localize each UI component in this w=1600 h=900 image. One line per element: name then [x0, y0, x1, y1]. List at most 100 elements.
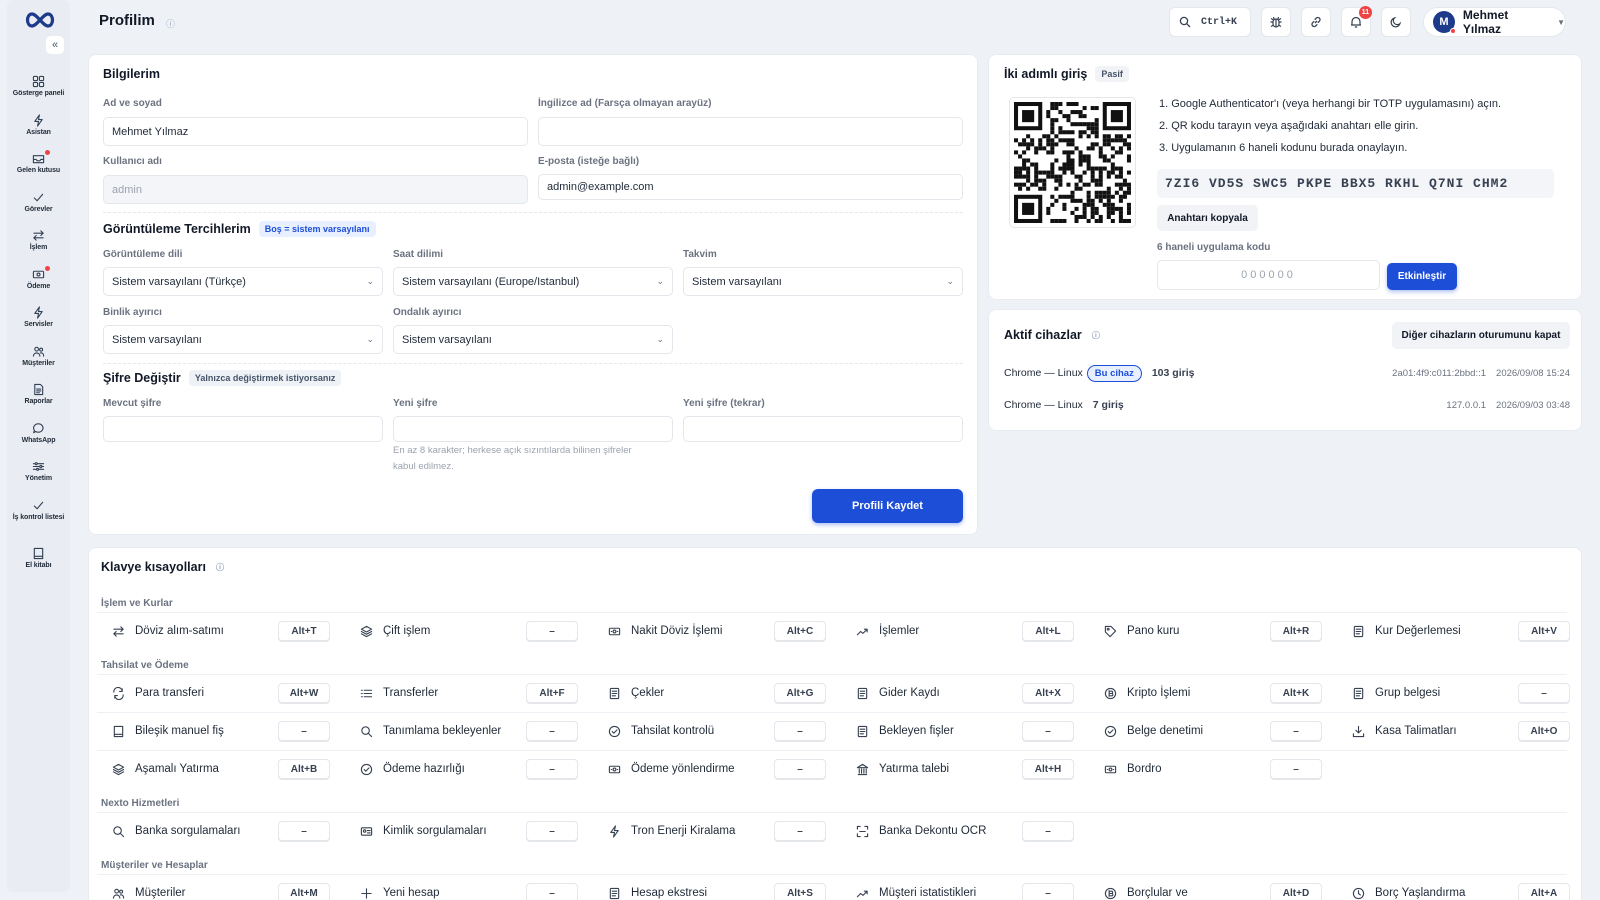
shortcut-label: Banka Dekontu OCR — [879, 825, 987, 837]
language-label: Görüntüleme dili — [103, 249, 183, 260]
confirm-password-input[interactable] — [683, 416, 963, 442]
sidebar-nav: Gösterge paneli Asistan Gelen kutusu Görevl… — [7, 67, 70, 578]
sidebar-item-12[interactable]: İş kontrol listesi — [7, 491, 70, 530]
thousand-separator-select[interactable]: Sistem varsayılanı ⌄ — [103, 325, 383, 354]
calendar-select[interactable]: Sistem varsayılanı ⌄ — [683, 267, 963, 296]
chevron-down-icon: ⌄ — [366, 334, 374, 344]
timezone-select[interactable]: Sistem varsayılanı (Europe/Istanbul) ⌄ — [393, 267, 673, 296]
shortcut-item[interactable]: Yatırma talebi Alt+H — [848, 755, 1074, 783]
new-password-input[interactable] — [393, 416, 673, 442]
info-icon[interactable]: ⓘ — [166, 17, 175, 30]
shortcut-item[interactable]: Döviz alım-satımı Alt+T — [104, 617, 330, 645]
email-input[interactable]: admin@example.com — [538, 174, 963, 200]
device-row: Chrome — Linux 7 giriş 127.0.0.1 2026/09… — [1004, 395, 1570, 415]
search-icon — [1179, 16, 1191, 28]
shortcut-item[interactable]: Müşteri istatistikleri – — [848, 879, 1074, 900]
shortcut-item[interactable]: Grup belgesi – — [1344, 679, 1570, 707]
save-profile-button[interactable]: Profili Kaydet — [812, 489, 963, 523]
user-menu[interactable]: M Mehmet Yılmaz ▼ — [1423, 7, 1566, 37]
shortcut-key: Alt+D — [1270, 883, 1322, 900]
sidebar-item-13[interactable]: El kitabı — [7, 539, 70, 578]
shortcut-item[interactable]: Pano kuru Alt+R — [1096, 617, 1322, 645]
shortcut-item[interactable]: Kasa Talimatları Alt+O — [1344, 717, 1570, 745]
shortcut-item[interactable]: Müşteriler Alt+M — [104, 879, 330, 900]
fullname-input[interactable]: Mehmet Yılmaz — [103, 117, 528, 146]
command-search-button[interactable]: Ctrl+K — [1169, 7, 1251, 37]
shortcut-item[interactable]: Transferler Alt+F — [352, 679, 578, 707]
sidebar-item-3[interactable]: Gelen kutusu — [7, 144, 70, 183]
shortcut-item[interactable]: Ödeme yönlendirme – — [600, 755, 826, 783]
fullname-label: Ad ve soyad — [103, 98, 162, 109]
sidebar-item-7[interactable]: Servisler — [7, 298, 70, 337]
shortcut-item[interactable]: Aşamalı Yatırma Alt+B — [104, 755, 330, 783]
link-button[interactable] — [1301, 7, 1331, 37]
sidebar-item-10[interactable]: WhatsApp — [7, 414, 70, 453]
shortcut-key: – — [774, 721, 826, 741]
copy-key-button[interactable]: Anahtarı kopyala — [1157, 205, 1258, 231]
book-icon — [33, 548, 44, 560]
shortcut-item[interactable]: Belge denetimi – — [1096, 717, 1322, 745]
unread-dot — [45, 265, 50, 271]
plus-icon — [361, 887, 372, 899]
inbox-icon — [32, 155, 45, 164]
shortcut-item[interactable]: Gider Kaydı Alt+X — [848, 679, 1074, 707]
bug-report-button[interactable] — [1261, 7, 1291, 37]
shortcut-item[interactable]: Borç Yaşlandırma Alt+A — [1344, 879, 1570, 900]
twofa-step-1: 1. Google Authenticator'ı (veya herhangi… — [1159, 98, 1502, 110]
sidebar: « Gösterge paneli Asistan Gelen kutusu Göre… — [7, 0, 70, 892]
sidebar-item-4[interactable]: Görevler — [7, 183, 70, 222]
shortcut-item[interactable]: Kimlik sorgulamaları – — [352, 817, 578, 845]
payment-icon — [32, 270, 45, 279]
shortcut-item[interactable]: İşlemler Alt+L — [848, 617, 1074, 645]
shortcut-item[interactable]: Bekleyen fişler – — [848, 717, 1074, 745]
shortcut-item[interactable]: Çift işlem – — [352, 617, 578, 645]
shortcut-item[interactable]: Ödeme hazırlığı – — [352, 755, 578, 783]
sidebar-item-6[interactable]: Ödeme — [7, 260, 70, 299]
shortcut-item[interactable]: Tron Enerji Kiralama – — [600, 817, 826, 845]
shortcut-item[interactable]: Borçlular ve Alt+D — [1096, 879, 1322, 900]
shortcut-item[interactable]: Para transferi Alt+W — [104, 679, 330, 707]
app-code-input[interactable]: 000000 — [1157, 260, 1380, 290]
english-name-input[interactable] — [538, 117, 963, 146]
theme-toggle-button[interactable] — [1381, 7, 1411, 37]
sidebar-item-5[interactable]: İşlem — [7, 221, 70, 260]
shortcut-key: – — [774, 821, 826, 841]
activate-button[interactable]: Etkinleştir — [1387, 263, 1457, 290]
info-icon[interactable]: ⓘ — [216, 562, 224, 573]
shortcut-item[interactable]: Kur Değerlemesi Alt+V — [1344, 617, 1570, 645]
shortcut-item[interactable]: Çekler Alt+G — [600, 679, 826, 707]
logout-others-button[interactable]: Diğer cihazların oturumunu kapat — [1392, 322, 1570, 349]
device-time: 2026/09/03 03:48 — [1496, 399, 1570, 411]
shortcut-item[interactable]: Hesap ekstresi Alt+S — [600, 879, 826, 900]
sidebar-item-1[interactable]: Gösterge paneli — [7, 67, 70, 106]
checkcircle-icon — [608, 725, 621, 737]
shortcut-item[interactable]: Tanımlama bekleyenler – — [352, 717, 578, 745]
shortcut-key: Alt+K — [1270, 683, 1322, 703]
shortcut-item[interactable]: Bileşik manuel fiş – — [104, 717, 330, 745]
sidebar-item-label: Servisler — [24, 321, 53, 329]
language-select[interactable]: Sistem varsayılanı (Türkçe) ⌄ — [103, 267, 383, 296]
shortcut-label: Çekler — [631, 687, 665, 699]
password-hint: En az 8 karakter; herkese açık sızıntıla… — [393, 445, 632, 472]
shortcut-item[interactable]: Nakit Döviz İşlemi Alt+C — [600, 617, 826, 645]
bug-icon — [1270, 16, 1282, 28]
sidebar-item-8[interactable]: Müşteriler — [7, 337, 70, 376]
shortcut-item[interactable]: Banka sorgulamaları – — [104, 817, 330, 845]
new-password-label: Yeni şifre — [393, 398, 438, 409]
crypto-icon — [1104, 687, 1117, 699]
app-logo[interactable] — [23, 10, 57, 30]
shortcut-item[interactable]: Tahsilat kontrolü – — [600, 717, 826, 745]
shortcut-item[interactable]: Banka Dekontu OCR – — [848, 817, 1074, 845]
shortcut-item[interactable]: Bordro – — [1096, 755, 1322, 783]
current-password-input[interactable] — [103, 416, 383, 442]
info-icon[interactable]: ⓘ — [1092, 330, 1100, 341]
shortcuts-section-title: Klavye kısayolları ⓘ — [101, 560, 224, 574]
notifications-button[interactable]: 11 — [1341, 6, 1372, 37]
sidebar-item-2[interactable]: Asistan — [7, 106, 70, 145]
shortcut-item[interactable]: Yeni hesap – — [352, 879, 578, 900]
shortcut-item[interactable]: Kripto İşlemi Alt+K — [1096, 679, 1322, 707]
decimal-separator-select[interactable]: Sistem varsayılanı ⌄ — [393, 325, 673, 354]
collapse-sidebar-button[interactable]: « — [46, 36, 64, 54]
sidebar-item-11[interactable]: Yönetim — [7, 452, 70, 491]
sidebar-item-9[interactable]: Raporlar — [7, 375, 70, 414]
